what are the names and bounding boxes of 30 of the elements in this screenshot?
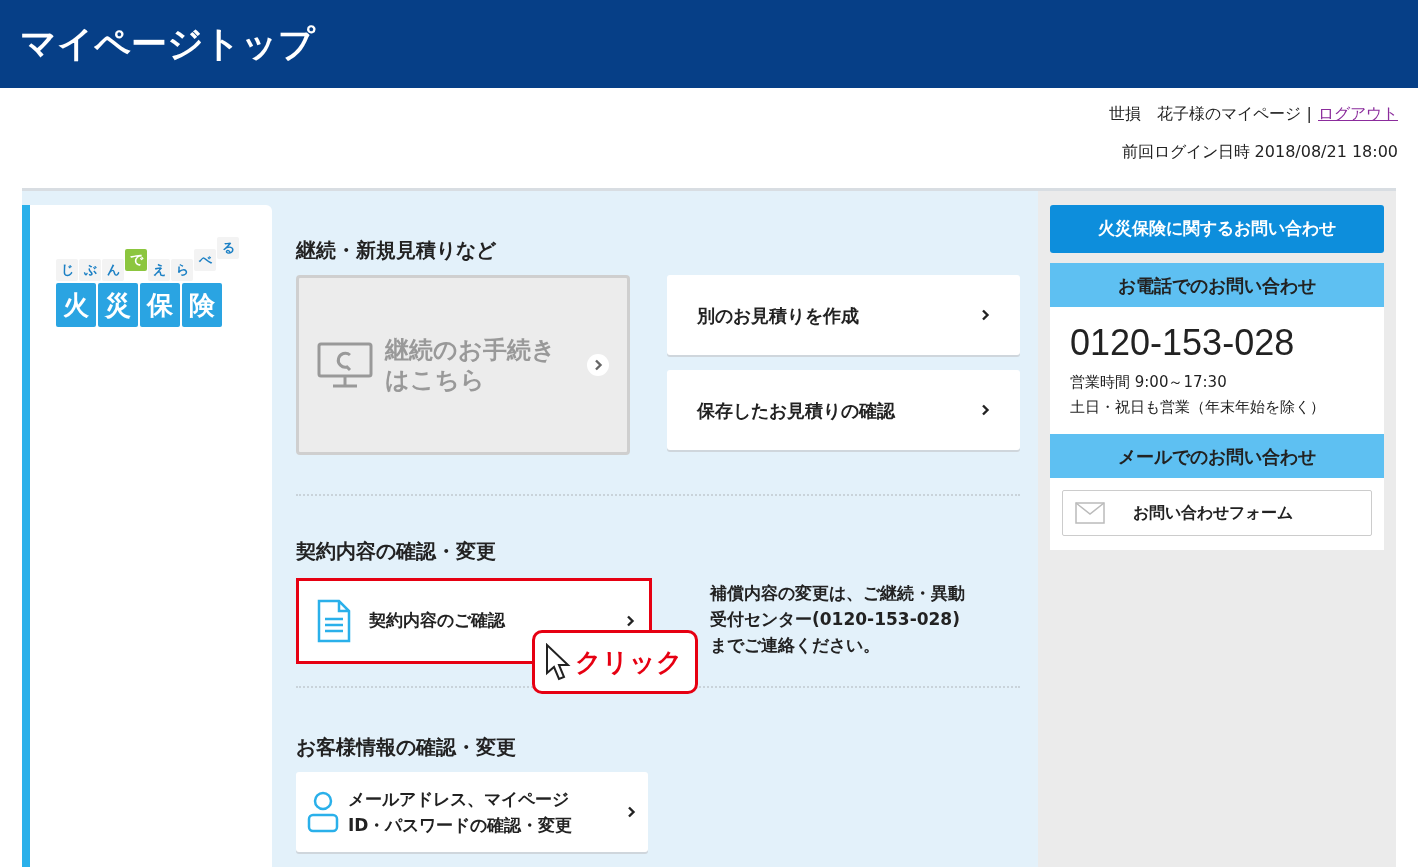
business-hours: 営業時間 9:00～17:30 xyxy=(1070,372,1228,393)
user-greeting: 世損 花子様のマイページ xyxy=(1108,103,1301,125)
page-title: マイページトップ xyxy=(20,22,315,66)
logo-character: る xyxy=(217,237,239,259)
logo-character: 災 xyxy=(98,283,138,327)
account-label: メールアドレス、マイページ xyxy=(348,788,570,811)
section-heading: お客様情報の確認・変更 xyxy=(296,734,517,761)
change-note: 補償内容の変更は、ご継続・異動 受付センター(0120-153-028) までご連絡ください。 xyxy=(710,582,965,657)
mail-heading: メールでのお問い合わせ xyxy=(1050,434,1384,478)
separator: | xyxy=(1306,103,1312,125)
renewal-label: はこちら xyxy=(385,365,486,395)
logo-character: 火 xyxy=(56,283,96,327)
last-login-text: 前回ログイン日時 2018/08/21 18:00 xyxy=(1121,141,1398,163)
logo-character: べ xyxy=(194,249,216,271)
logo-character: え xyxy=(148,259,170,281)
section-heading: 継続・新規見積りなど xyxy=(296,237,497,264)
contact-title: 火災保険に関するお問い合わせ xyxy=(1050,205,1384,253)
account-label: ID・パスワードの確認・変更 xyxy=(348,814,574,837)
business-days: 土日・祝日も営業（年末年始を除く） xyxy=(1070,395,1364,418)
logo-character: 保 xyxy=(140,283,180,327)
logo-character: ら xyxy=(171,259,193,281)
renewal-label: 継続のお手続き xyxy=(385,335,557,365)
section-heading: 契約内容の確認・変更 xyxy=(296,538,497,565)
phone-number: 0120-153-028 xyxy=(1070,321,1296,365)
logo-character: で xyxy=(125,249,147,271)
logo-character: ぶ xyxy=(79,259,101,281)
logo-character: 険 xyxy=(182,283,222,327)
phone-heading: お電話でのお問い合わせ xyxy=(1050,263,1384,307)
logo-character: じ xyxy=(56,259,78,281)
logo-character: ん xyxy=(102,259,124,281)
